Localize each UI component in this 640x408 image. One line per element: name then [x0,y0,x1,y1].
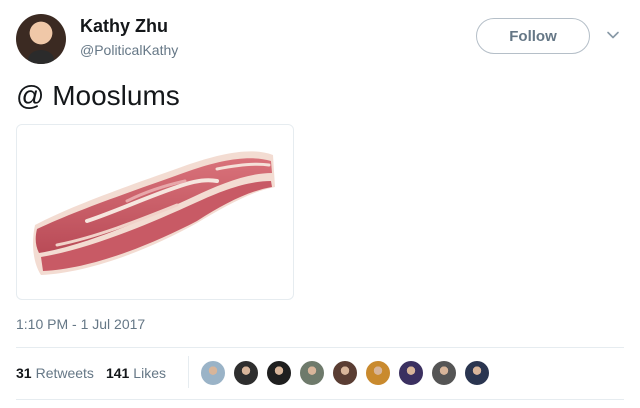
author-avatar[interactable] [16,14,66,64]
tweet-media[interactable] [16,124,294,300]
tweet-stats: 31 Retweets 141 Likes [16,365,178,381]
liker-avatar-9[interactable] [464,360,490,386]
retweets-label: Retweets [35,365,94,381]
chevron-down-icon[interactable] [606,28,620,42]
follow-button[interactable]: Follow [476,18,590,54]
liker-avatar-4[interactable] [299,360,325,386]
liker-avatar-8[interactable] [431,360,457,386]
author-handle[interactable]: @PoliticalKathy [80,42,178,58]
retweets-count: 31 [16,365,32,381]
liker-avatar-5[interactable] [332,360,358,386]
likes-count: 141 [105,365,130,381]
liker-avatar-6[interactable] [365,360,391,386]
bacon-image [33,151,275,275]
liker-avatar-7[interactable] [398,360,424,386]
tweet-timestamp[interactable]: 1:10 PM - 1 Jul 2017 [16,316,145,332]
divider [16,399,624,400]
divider [16,347,624,348]
likes-label: Likes [133,365,166,381]
stats-separator [188,356,189,388]
author-name[interactable]: Kathy Zhu [80,16,168,37]
tweet-text: @ Mooslums [16,80,180,111]
likers-list [200,360,497,386]
liker-avatar-1[interactable] [200,360,226,386]
liker-avatar-2[interactable] [233,360,259,386]
likes-stat[interactable]: 141 Likes [106,365,166,381]
liker-avatar-3[interactable] [266,360,292,386]
retweets-stat[interactable]: 31 Retweets [16,365,94,381]
